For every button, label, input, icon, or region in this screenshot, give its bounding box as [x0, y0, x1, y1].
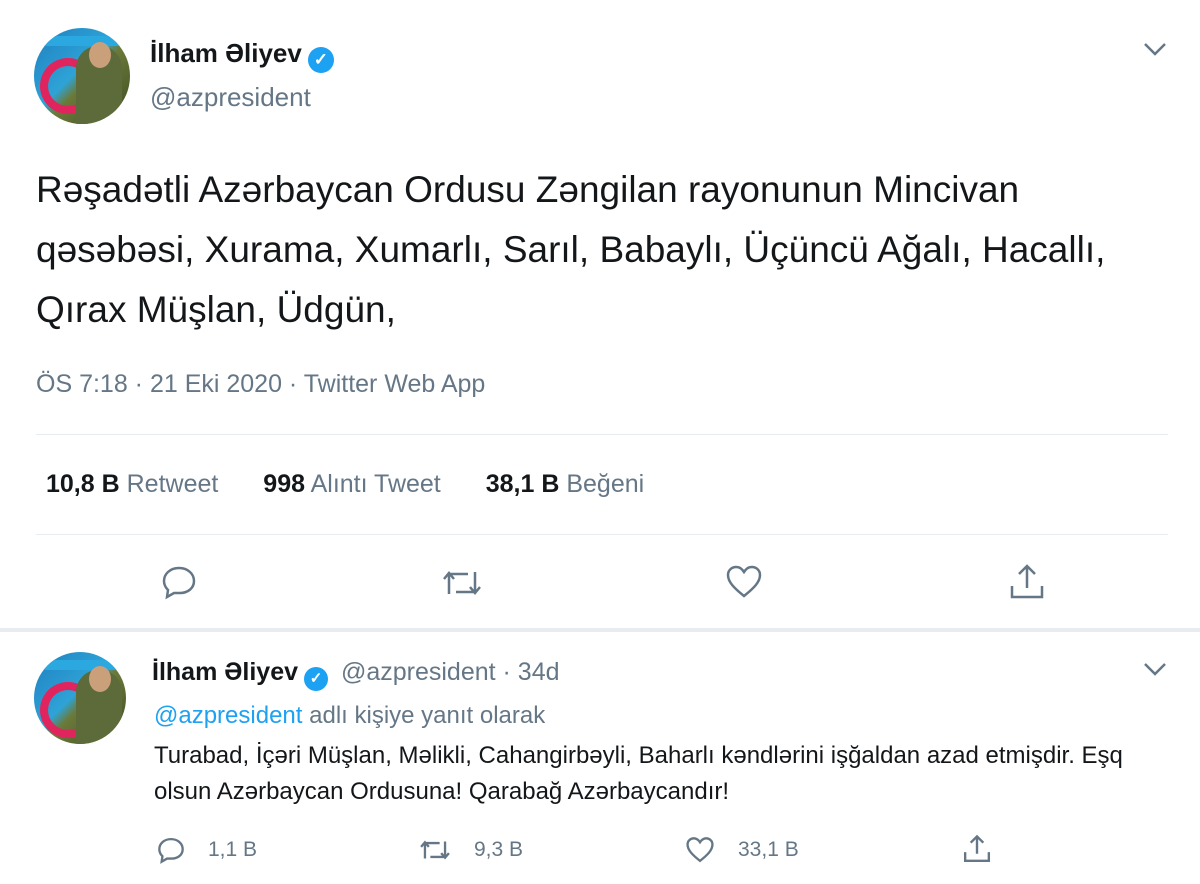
verified-badge-icon: ✓ [304, 667, 328, 691]
retweets-label: Retweet [126, 470, 219, 498]
reply-retweets-count: 9,3 B [474, 838, 524, 861]
tweet-text: Rəşadətli Azərbaycan Ordusu Zəngilan ray… [36, 169, 1106, 330]
like-icon [686, 837, 714, 863]
author-handle[interactable]: @azpresident [150, 82, 311, 113]
share-icon[interactable] [1008, 562, 1046, 602]
reply-header: İlham Əliyev ✓ @azpresident · 34d [152, 658, 560, 691]
retweet-icon [420, 840, 450, 860]
reply-likes-action[interactable]: 33,1 B [684, 836, 799, 864]
reply-retweets-action[interactable]: 9,3 B [418, 836, 523, 864]
avatar-head [89, 666, 111, 692]
reply-author-avatar[interactable] [34, 652, 126, 744]
verified-badge-icon: ✓ [307, 47, 334, 73]
reply-text: Turabad, İçəri Müşlan, Məlikli, Cahangir… [154, 742, 1123, 805]
divider-1 [36, 434, 1168, 435]
retweets-stat[interactable]: 10,8 B Retweet [46, 470, 218, 498]
divider-2 [36, 534, 1168, 535]
author-avatar[interactable] [34, 28, 130, 124]
quotes-count: 998 [263, 470, 306, 498]
reply-handle-time[interactable]: @azpresident · 34d [341, 658, 560, 686]
reply-author-name[interactable]: İlham Əliyev [152, 658, 298, 686]
replying-to: @azpresident adlı kişiye yanıt olarak [154, 702, 545, 730]
likes-count: 38,1 B [485, 470, 560, 498]
author-name[interactable]: İlham Əliyev [150, 38, 302, 68]
tweet-timestamp[interactable]: ÖS 7:18 · 21 Eki 2020 · Twitter Web App [36, 370, 485, 399]
thread-separator [0, 628, 1200, 632]
reply-likes-count: 33,1 B [738, 838, 799, 861]
likes-stat[interactable]: 38,1 B Beğeni [486, 470, 644, 498]
replying-to-link[interactable]: @azpresident [154, 702, 302, 729]
reply-share-icon[interactable] [962, 832, 992, 866]
quotes-stat[interactable]: 998 Alıntı Tweet [263, 470, 440, 498]
quotes-label: Alıntı Tweet [310, 470, 441, 498]
reply-replies-count: 1,1 B [208, 838, 258, 861]
likes-label: Beğeni [566, 470, 645, 498]
reply-replies-action[interactable]: 1,1 B [156, 836, 257, 864]
retweet-icon[interactable] [440, 566, 484, 600]
replying-to-text: adlı kişiye yanıt olarak [302, 702, 546, 729]
author-name-row[interactable]: İlham Əliyev ✓ [150, 38, 334, 73]
like-icon[interactable] [724, 564, 764, 600]
avatar-flag-band [34, 660, 126, 670]
tweet-stats: 10,8 B Retweet 998 Alıntı Tweet 38,1 B B… [46, 470, 682, 499]
avatar-head [89, 42, 111, 68]
retweets-count: 10,8 B [46, 470, 120, 498]
reply-icon[interactable] [160, 564, 198, 600]
avatar-flag-band [34, 36, 130, 46]
chevron-down-icon[interactable] [1142, 40, 1168, 58]
reply-icon [158, 837, 184, 864]
reply-chevron-down-icon[interactable] [1142, 660, 1168, 678]
